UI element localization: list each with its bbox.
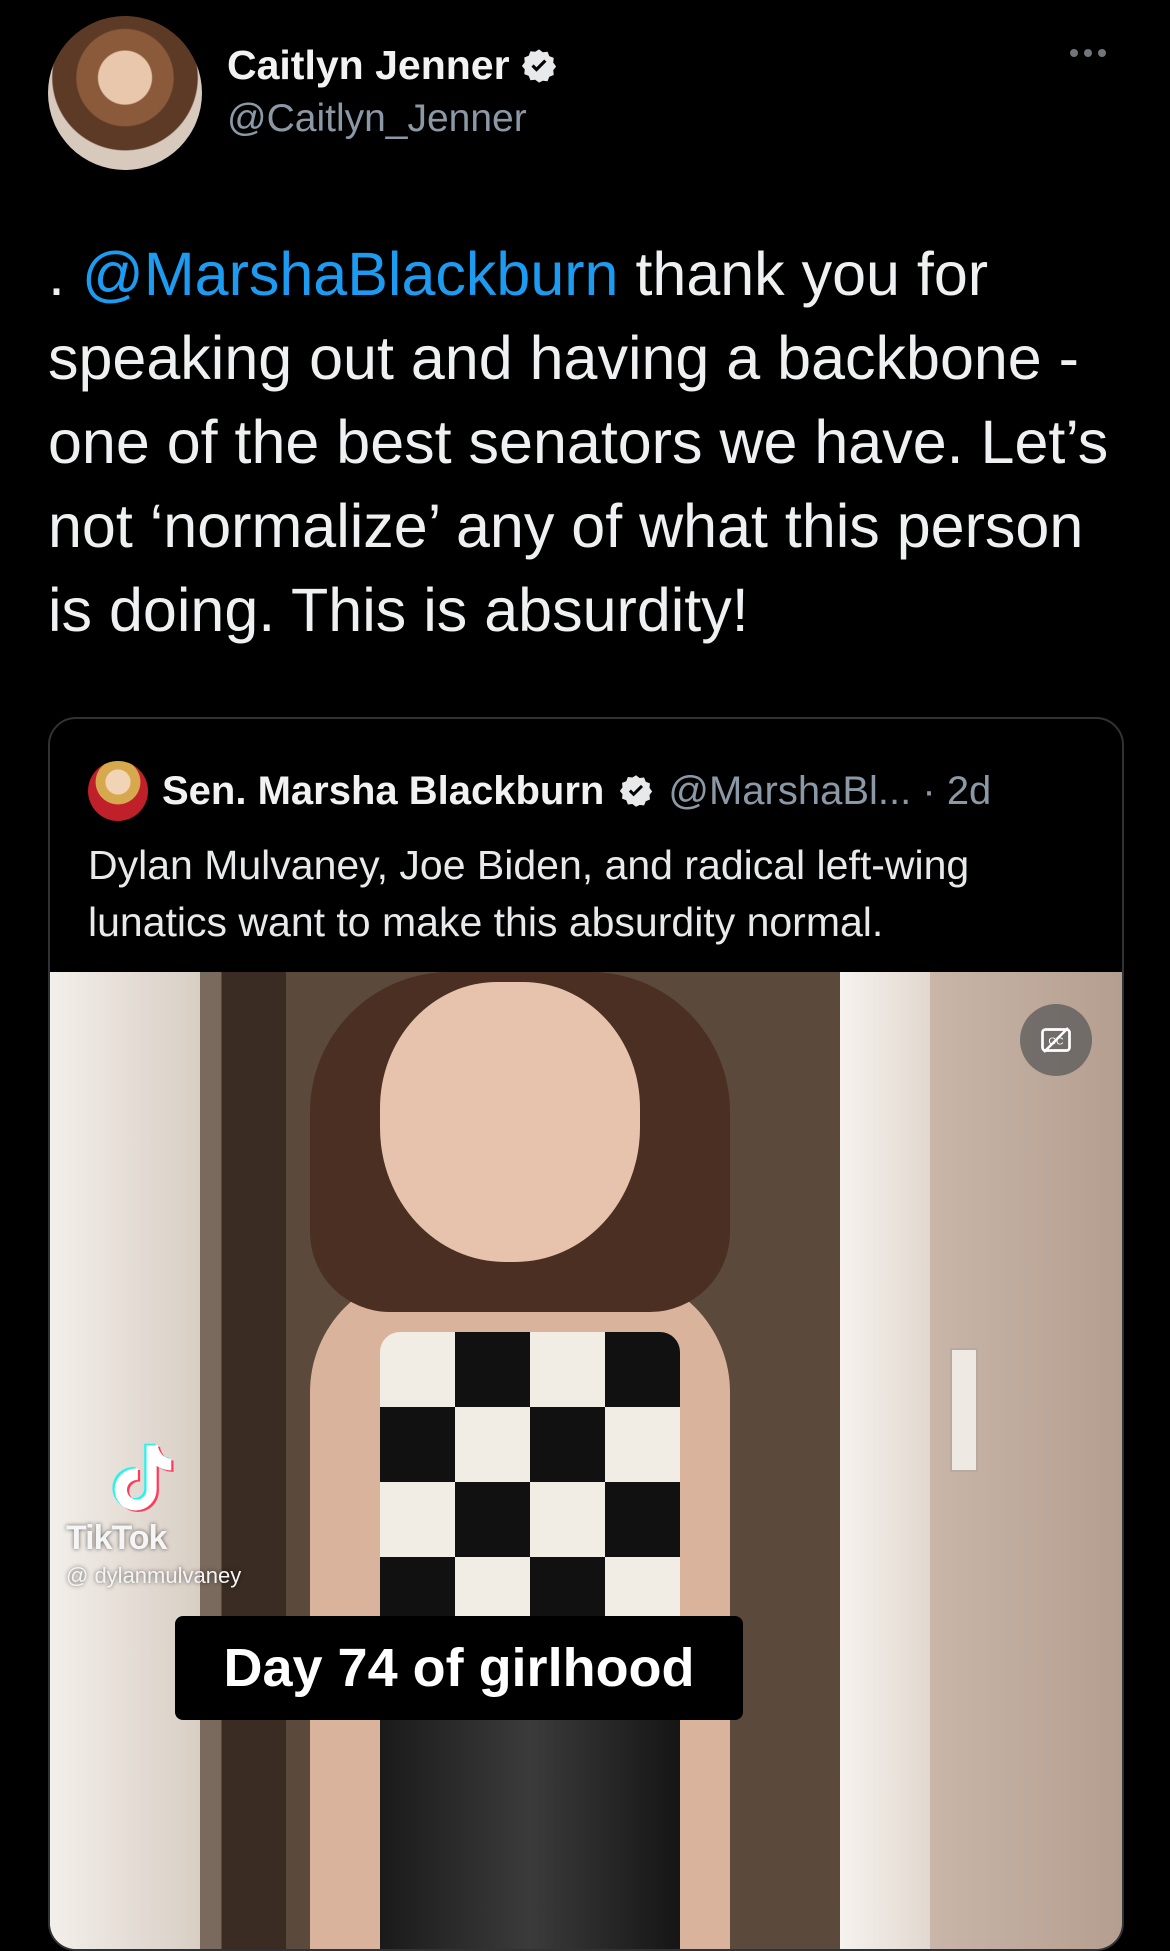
tiktok-logo-icon: [112, 1443, 174, 1512]
tweet-text: . @MarshaBlackburn thank you for speakin…: [48, 232, 1138, 652]
quoted-tweet-card[interactable]: Sen. Marsha Blackburn @MarshaBl... · 2d …: [48, 717, 1124, 1951]
tweet-text-prefix: .: [48, 240, 82, 308]
quoted-author-name[interactable]: Sen. Marsha Blackburn: [162, 769, 604, 814]
tiktok-watermark-handle: @ dylanmulvaney: [66, 1563, 242, 1588]
author-handle[interactable]: @Caitlyn_Jenner: [227, 97, 527, 141]
closed-captions-icon[interactable]: CC: [1020, 1004, 1092, 1076]
tiktok-watermark: TikTok: [66, 1519, 167, 1557]
leather-pants: [380, 1702, 680, 1949]
quoted-tweet-text: Dylan Mulvaney, Joe Biden, and radical l…: [88, 842, 970, 945]
checkered-top: [380, 1332, 680, 1632]
verified-badge-icon: [620, 775, 653, 807]
author-avatar[interactable]: [48, 16, 202, 170]
more-options-icon[interactable]: [1070, 43, 1116, 63]
quoted-tweet-header: Sen. Marsha Blackburn @MarshaBl... · 2d: [88, 761, 991, 821]
person-face: [380, 982, 640, 1262]
quoted-author-avatar[interactable]: [88, 761, 148, 821]
background-door-frame-right: [840, 972, 930, 1949]
author-name-row[interactable]: Caitlyn Jenner: [227, 42, 558, 89]
video-media[interactable]: CC TikTok @ dylanmulvaney Day 74 of girl…: [50, 972, 1122, 1949]
author-name[interactable]: Caitlyn Jenner: [227, 42, 510, 89]
video-caption: Day 74 of girlhood: [175, 1616, 743, 1720]
quoted-handle-and-time: @MarshaBl... · 2d: [668, 768, 992, 813]
light-switch: [950, 1348, 978, 1472]
verified-badge-icon: [521, 48, 556, 83]
mention-link[interactable]: @MarshaBlackburn: [82, 240, 619, 308]
